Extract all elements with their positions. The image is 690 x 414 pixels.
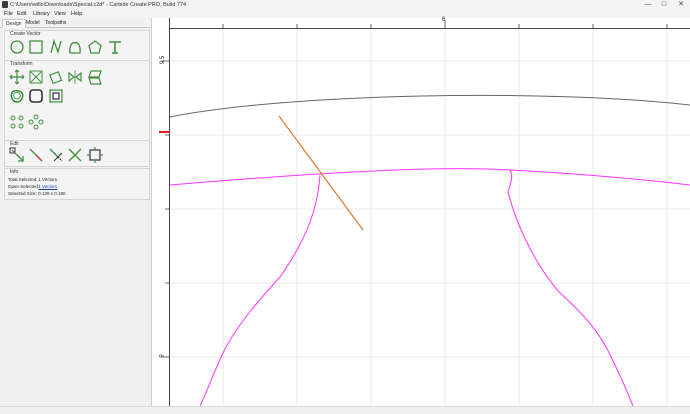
tab-model[interactable]: Model [23, 19, 43, 28]
selected-size-row: Selected Size: 0.139 x 0.190 [8, 191, 66, 196]
top-ruler-ticks [222, 20, 668, 29]
app-logo-icon [2, 1, 8, 8]
menu-help[interactable]: Help [71, 10, 82, 18]
transform-title: Transform [10, 61, 33, 67]
curve-icon[interactable] [67, 39, 83, 55]
join-icon[interactable] [87, 147, 103, 163]
inset-icon[interactable] [48, 88, 64, 104]
left-ruler: 9.5 9 [159, 18, 170, 406]
cut-icon[interactable] [67, 147, 83, 163]
top-ruler-label: 6 [442, 17, 446, 23]
left-ruler-ticks [161, 60, 170, 358]
mirror-icon[interactable] [67, 69, 83, 85]
rotate-icon[interactable] [48, 69, 64, 85]
info-title: Info [10, 169, 19, 175]
open-selected-row: Open Selected: 1 Vectors [8, 184, 57, 189]
toolpath-vector-right [507, 169, 634, 406]
status-bar [0, 406, 690, 414]
panel-tabs: Design Model Toolpaths [0, 18, 152, 28]
total-selected-value: 1 Vectors [38, 177, 58, 182]
open-selected-label: Open Selected: [8, 184, 40, 189]
selected-size-label: Selected Size: [8, 191, 37, 196]
create-vector-title: Create Vector [10, 31, 41, 37]
polygon-icon[interactable] [87, 39, 103, 55]
window-title: C:\Users\willo\Downloads\Special.c2d* - … [10, 2, 187, 8]
design-panel: Design Model Toolpaths Create Vector Tra… [0, 18, 152, 406]
total-selected-row: Total Selected: 1 Vectors [8, 177, 57, 182]
move-icon[interactable] [9, 69, 25, 85]
text-icon[interactable] [107, 39, 123, 55]
left-ruler-label-top: 9.5 [160, 55, 167, 65]
circular-array-icon[interactable] [28, 114, 44, 130]
grid-lines [170, 29, 690, 406]
scale-icon[interactable] [28, 69, 44, 85]
canvas-drawing [170, 29, 690, 406]
selected-size-value: 0.139 x 0.190 [38, 191, 66, 196]
tab-toolpaths[interactable]: Toolpaths [42, 19, 69, 28]
top-ruler: 6 [170, 17, 690, 29]
selected-vector [278, 115, 364, 231]
rectangle-icon[interactable] [28, 39, 44, 55]
menu-library[interactable]: Library [33, 10, 50, 18]
menu-view[interactable]: View [54, 10, 66, 18]
open-selected-link[interactable]: 1 Vectors [38, 184, 57, 189]
menu-edit[interactable]: Edit [17, 10, 26, 18]
node-edit-icon[interactable] [9, 147, 25, 163]
design-canvas[interactable] [170, 29, 690, 406]
circle-icon[interactable] [9, 39, 25, 55]
skew-icon[interactable] [87, 69, 103, 85]
polyline-icon[interactable] [48, 39, 64, 55]
toolpath-vector-left [199, 174, 321, 406]
title-bar: C:\Users\willo\Downloads\Special.c2d* - … [0, 0, 690, 10]
total-selected-label: Total Selected: [8, 177, 38, 182]
maximize-button[interactable]: □ [658, 0, 670, 10]
minimize-button[interactable]: — [642, 0, 654, 10]
ruler-position-marker [159, 131, 170, 133]
close-button[interactable]: ✕ [675, 0, 687, 10]
trim-icon[interactable] [28, 147, 44, 163]
toolpath-vector-top [170, 168, 690, 186]
menu-bar: File Edit Library View Help [0, 10, 690, 18]
menu-file[interactable]: File [4, 10, 13, 18]
offset-icon[interactable] [9, 88, 25, 104]
left-ruler-label-bottom: 9 [159, 354, 166, 358]
array-icon[interactable] [9, 114, 25, 130]
round-corner-icon[interactable] [28, 88, 44, 104]
extend-icon[interactable] [48, 147, 64, 163]
stock-arc [170, 94, 690, 118]
